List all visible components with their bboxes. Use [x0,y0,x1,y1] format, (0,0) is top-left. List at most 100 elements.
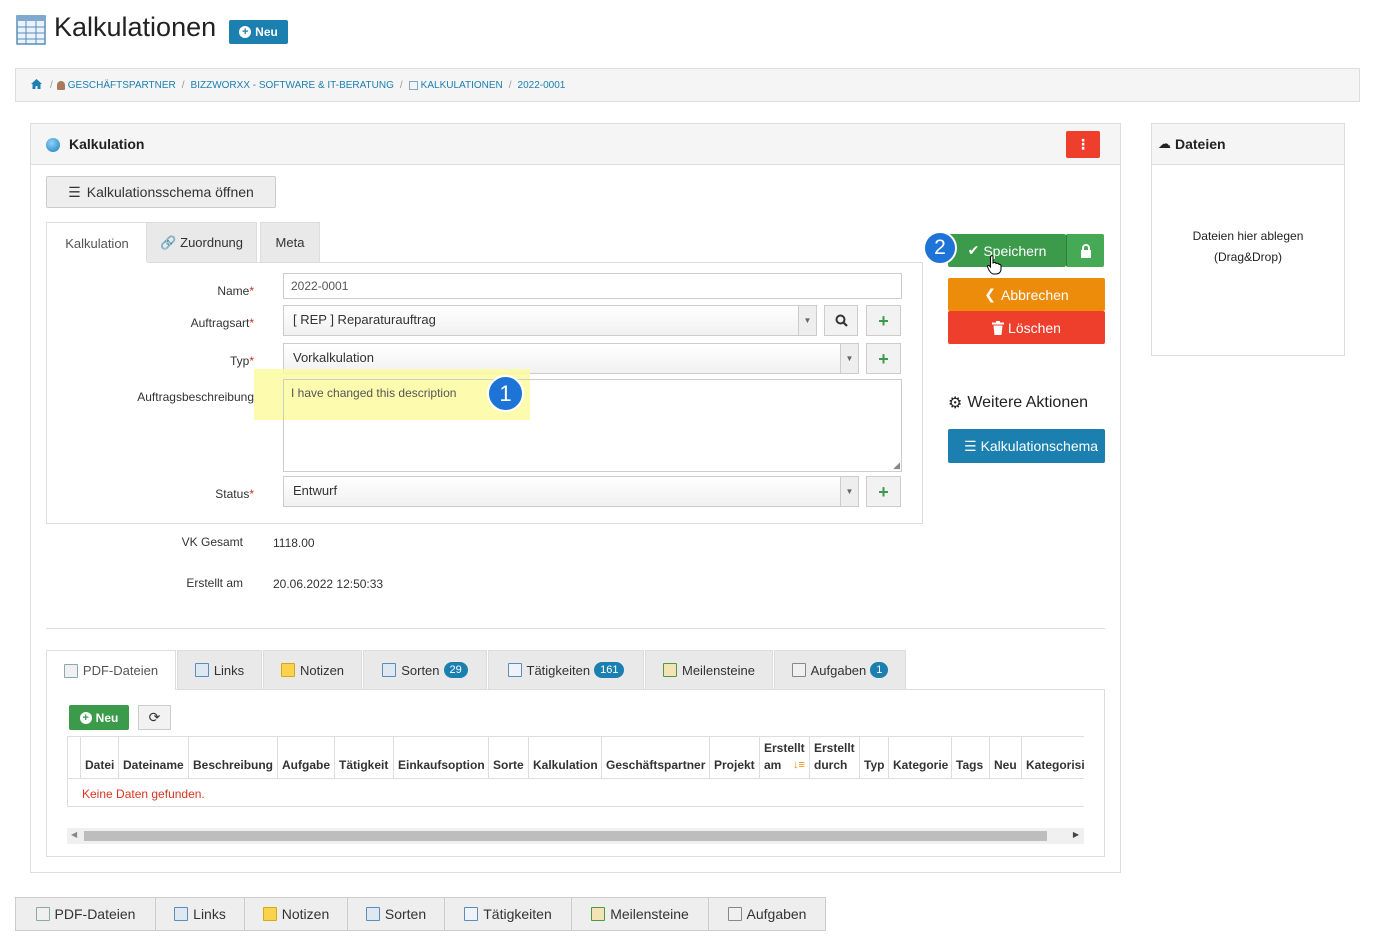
divider [46,628,1105,629]
col-erstellt-durch[interactable]: Erstellt durch [810,737,860,779]
chevron-down-icon: ▼ [840,344,858,373]
tab-zuordnung[interactable]: 🔗 Zuordnung [146,222,257,262]
tab-sorten[interactable]: Sorten 29 [363,650,487,689]
page-title: Kalkulationen [54,12,217,42]
refresh-button[interactable]: ⟳ [138,705,171,730]
col-neu[interactable]: Neu [990,737,1022,779]
bottom-tab-sorten[interactable]: Sorten [347,897,445,931]
breadcrumb-geschaeftspartner[interactable]: GESCHÄFTSPARTNER [68,80,176,91]
typ-add-button[interactable]: + [866,343,901,374]
bottom-tab-links[interactable]: Links [155,897,245,931]
col-kategorisierung[interactable]: Kategorisi [1022,737,1084,779]
tab-meta-label: Meta [275,235,305,250]
col-erstellt-am[interactable]: Erstellt am ↓≡ [760,737,810,779]
horizontal-scrollbar[interactable]: ◀ ▶ [67,828,1084,844]
home-icon[interactable] [31,78,42,92]
auftragsart-add-button[interactable]: + [866,305,901,336]
trash-icon [992,320,1005,335]
tab-taetigkeiten[interactable]: Tätigkeiten 161 [488,650,644,689]
taetigkeiten-count-badge: 161 [594,662,625,678]
tab-meilensteine[interactable]: Meilensteine [645,650,773,689]
scrollbar-thumb[interactable] [84,831,1047,841]
tab-pdf-dateien[interactable]: PDF-Dateien [46,650,176,690]
open-schema-button[interactable]: ☰ Kalkulationsschema öffnen [46,176,276,208]
col-taetigkeit[interactable]: Tätigkeit [335,737,394,779]
tab-kalkulation[interactable]: Kalkulation [46,222,148,263]
breadcrumb-bizzworxx[interactable]: BIZZWORXX - SOFTWARE & IT-BERATUNG [191,80,394,91]
col-dateiname[interactable]: Dateiname [119,737,189,779]
panel-menu-button[interactable]: ⋮ [1066,131,1100,158]
auftragsart-select[interactable]: [ REP ] Reparaturauftrag ▼ [283,305,817,336]
table-header-row: Datei Dateiname Beschreibung Aufgabe Tät… [68,737,1084,779]
aufgaben-count-badge: 1 [870,662,889,678]
tab-kalkulation-label: Kalkulation [65,235,129,251]
save-button[interactable]: ✔ Speichern [948,234,1066,267]
tab-links[interactable]: Links [177,650,262,689]
bottom-tab-meilensteine[interactable]: Meilensteine [571,897,709,931]
plus-circle-icon: + [239,26,252,38]
panel-title: Kalkulation [69,136,145,152]
name-input[interactable]: 2022-0001 [283,273,902,299]
gear-icon: ⚙ [948,395,963,412]
check-icon: ✔ [967,242,980,258]
tab-zuordnung-label: Zuordnung [180,235,244,250]
milestones-icon [591,907,606,921]
sorten-icon [382,663,397,677]
links-icon [194,663,209,677]
col-einkaufsoption[interactable]: Einkaufsoption [394,737,489,779]
breadcrumb-kalkulationen[interactable]: KALKULATIONEN [421,80,503,91]
scroll-left-icon[interactable]: ◀ [71,830,77,839]
col-kalkulation[interactable]: Kalkulation [529,737,602,779]
new-button[interactable]: + Neu [229,20,288,44]
more-actions-heading: ⚙ Weitere Aktionen [948,394,1089,412]
drop-line-1: Dateien hier ablegen [1192,229,1304,243]
schema-action-button[interactable]: ☰ Kalkulationschema [948,429,1105,463]
col-aufgabe[interactable]: Aufgabe [278,737,335,779]
scroll-right-icon[interactable]: ▶ [1073,830,1079,839]
bottom-tab-pdf-dateien[interactable]: PDF-Dateien [15,897,156,931]
bottom-tab-aufgaben[interactable]: Aufgaben [708,897,826,931]
col-beschreibung[interactable]: Beschreibung [189,737,278,779]
files-table: Datei Dateiname Beschreibung Aufgabe Tät… [67,736,1084,807]
auftragsart-label: Auftragsart* [190,316,254,330]
auftragsart-value: [ REP ] Reparaturauftrag [293,312,436,327]
auftragsart-search-button[interactable] [824,305,858,336]
step-1-marker: 1 [487,375,524,412]
tab-aufgaben[interactable]: Aufgaben 1 [774,650,906,689]
cloud-upload-icon: ☁ [1158,136,1171,151]
tasks-icon [727,907,742,921]
breadcrumb-current[interactable]: 2022-0001 [518,80,566,91]
col-typ[interactable]: Typ [860,737,889,779]
link-icon: 🔗 [159,234,177,250]
file-drop-zone[interactable]: Dateien hier ablegen (Drag&Drop) [1152,226,1344,268]
col-sorte[interactable]: Sorte [489,737,529,779]
plus-icon: + [878,481,889,502]
breadcrumb: / GESCHÄFTSPARTNER / BIZZWORXX - SOFTWAR… [15,68,1360,102]
bottom-tab-taetigkeiten[interactable]: Tätigkeiten [444,897,572,931]
status-add-button[interactable]: + [866,476,901,507]
save-lock-button[interactable] [1066,234,1104,267]
col-tags[interactable]: Tags [952,737,990,779]
col-datei[interactable]: Datei [81,737,119,779]
user-icon [56,80,65,90]
open-schema-label: Kalkulationsschema öffnen [86,184,254,200]
col-kategorie[interactable]: Kategorie [889,737,952,779]
schema-action-label: Kalkulationschema [980,438,1099,454]
tasks-icon [791,663,806,677]
lock-icon [1080,243,1091,258]
status-select[interactable]: Entwurf ▼ [283,476,859,507]
bottom-tab-notizen[interactable]: Notizen [244,897,348,931]
cancel-button[interactable]: ❮ Abbrechen [948,278,1105,311]
plus-icon: + [878,310,889,331]
name-value: 2022-0001 [291,279,349,293]
col-projekt[interactable]: Projekt [710,737,760,779]
table-new-button[interactable]: + Neu [69,705,129,730]
notes-icon [280,663,295,677]
beschreibung-textarea[interactable]: I have changed this description ◢ [283,379,902,472]
delete-button[interactable]: Löschen [948,311,1105,344]
tab-meta[interactable]: Meta [260,222,320,262]
vk-label: VK Gesamt [181,535,243,549]
tab-notizen[interactable]: Notizen [263,650,362,689]
col-geschaeftspartner[interactable]: Geschäftspartner [602,737,710,779]
page-icon [16,15,46,45]
